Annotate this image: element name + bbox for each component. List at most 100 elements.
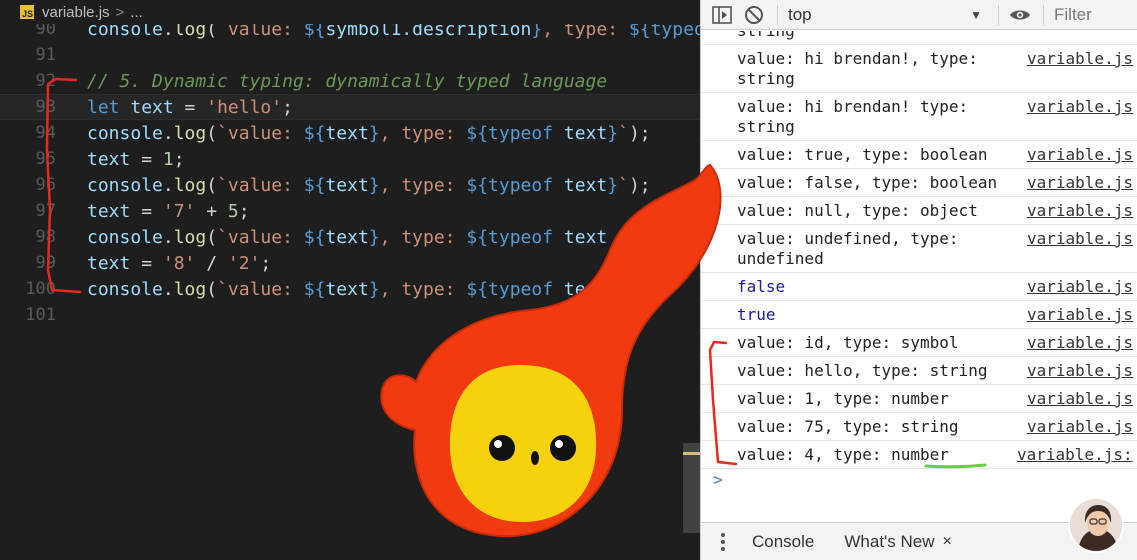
console-message[interactable]: value: undefined, type: undefined variabl…	[701, 225, 1137, 273]
source-link[interactable]: variable.js	[1027, 389, 1133, 409]
console-message[interactable]: value: id, type: symbol variable.js	[701, 329, 1137, 357]
toolbar-divider	[1043, 4, 1044, 25]
code-token: , type:	[379, 122, 467, 144]
console-messages[interactable]: stringvalue: hi brendan!, type: stringva…	[701, 31, 1137, 519]
line-number: 101	[25, 305, 56, 325]
code-token: ${	[303, 174, 326, 196]
console-message-text: true	[737, 305, 776, 324]
toggle-sidebar-icon[interactable]	[711, 4, 733, 26]
console-message[interactable]: value: 4, type: number variable.js:	[701, 441, 1137, 469]
source-link[interactable]: variable.js	[1027, 305, 1133, 325]
console-message-text: value: id, type: symbol	[737, 333, 959, 352]
clear-console-icon[interactable]	[743, 4, 765, 26]
code-token: .	[162, 278, 174, 300]
console-message-text: value: 4, type: number	[737, 445, 949, 464]
code-token: }	[368, 122, 380, 144]
code-token: ${	[303, 122, 326, 144]
console-message-text: value: undefined, type: undefined	[737, 229, 959, 268]
console-message[interactable]: value: true, type: boolean variable.js	[701, 141, 1137, 169]
source-link[interactable]: variable.js	[1027, 173, 1133, 193]
line-number: 93	[35, 97, 56, 117]
line-number: 95	[35, 149, 56, 169]
console-toolbar: top ▼ Filter	[701, 0, 1137, 30]
code-token: `value:	[217, 278, 304, 300]
console-message-text: value: null, type: object	[737, 201, 978, 220]
code-token: log	[173, 122, 207, 144]
console-message[interactable]: false variable.js	[701, 273, 1137, 301]
source-link[interactable]: variable.js	[1027, 361, 1133, 381]
code-token: );	[628, 122, 651, 144]
close-icon[interactable]: ×	[943, 533, 952, 551]
code-token: (	[206, 278, 218, 300]
code-token: =	[130, 148, 163, 170]
source-link[interactable]: variable.js	[1027, 333, 1133, 353]
context-selector[interactable]: top ▼	[788, 4, 986, 26]
tab-whats-new[interactable]: What's New	[844, 532, 934, 552]
code-token: /	[195, 252, 228, 274]
console-message[interactable]: value: 1, type: number variable.js	[701, 385, 1137, 413]
presenter-avatar	[1068, 497, 1124, 553]
toolbar-divider	[777, 4, 778, 25]
console-message[interactable]: value: hello, type: string variable.js	[701, 357, 1137, 385]
console-message[interactable]: value: 75, type: string variable.js	[701, 413, 1137, 441]
code-token: '8'	[162, 252, 196, 274]
code-line[interactable]: 91	[0, 42, 700, 68]
breadcrumb-more[interactable]: ...	[130, 4, 143, 21]
code-token: console	[87, 278, 163, 300]
console-message-text: value: 1, type: number	[737, 389, 949, 408]
code-token: console	[87, 226, 163, 248]
code-token: text	[325, 278, 369, 300]
mascot-mouth	[531, 451, 539, 465]
dropdown-arrow-icon: ▼	[970, 7, 982, 22]
toolbar-divider	[998, 4, 999, 25]
console-message[interactable]: value: hi brendan! type: string variable.…	[701, 93, 1137, 141]
javascript-file-icon: JS	[20, 5, 34, 19]
eye-icon[interactable]	[1009, 4, 1031, 26]
console-message[interactable]: value: hi brendan!, type: string variable…	[701, 45, 1137, 93]
source-link[interactable]: variable.js	[1027, 49, 1133, 69]
code-line[interactable]: 92 // 5. Dynamic typing: dynamically type…	[0, 68, 700, 94]
code-line[interactable]: 93 let text = 'hello';	[0, 94, 700, 120]
mascot-left-eye	[489, 435, 515, 461]
filter-input[interactable]: Filter	[1054, 4, 1092, 26]
code-token: ;	[238, 200, 250, 222]
source-link[interactable]: variable.js	[1027, 145, 1133, 165]
console-message-text: value: true, type: boolean	[737, 145, 988, 164]
console-message[interactable]: string	[701, 31, 1137, 45]
code-line[interactable]: 94 console.log(`value: ${text}, type: ${t…	[0, 120, 700, 146]
source-link[interactable]: variable.js	[1027, 97, 1133, 117]
source-link[interactable]: variable.js	[1027, 417, 1133, 437]
code-token: `value:	[217, 122, 304, 144]
console-message-text: value: 75, type: string	[737, 417, 959, 436]
source-link[interactable]: variable.js	[1027, 201, 1133, 221]
tab-console[interactable]: Console	[752, 532, 814, 552]
code-token: text	[87, 148, 131, 170]
source-link[interactable]: variable.js	[1027, 229, 1133, 249]
breadcrumb-file[interactable]: variable.js	[42, 4, 110, 21]
console-message[interactable]: true variable.js	[701, 301, 1137, 329]
line-number: 96	[35, 175, 56, 195]
code-token: ${	[466, 122, 489, 144]
code-token: let	[87, 96, 131, 118]
code-token: ${	[303, 278, 326, 300]
code-token: text	[130, 96, 174, 118]
source-link[interactable]: variable.js:	[1017, 445, 1133, 465]
console-message-text: false	[737, 277, 786, 296]
code-token: `	[618, 122, 629, 144]
code-token: '7'	[162, 200, 196, 222]
console-message[interactable]: value: false, type: boolean variable.js	[701, 169, 1137, 197]
code-token: text	[325, 226, 369, 248]
code-token: =	[173, 96, 207, 118]
source-link[interactable]: variable.js	[1027, 277, 1133, 297]
code-token: text	[563, 122, 608, 144]
code-token: .	[162, 174, 174, 196]
code-text: text = '7' + 5;	[87, 201, 250, 222]
code-token: console	[87, 122, 163, 144]
code-token: text	[325, 174, 369, 196]
mascot-right-eye	[550, 435, 576, 461]
line-number: 98	[35, 227, 56, 247]
code-token: log	[173, 278, 207, 300]
code-token: .	[162, 226, 174, 248]
code-token: ;	[260, 252, 272, 274]
console-message[interactable]: value: null, type: object variable.js	[701, 197, 1137, 225]
